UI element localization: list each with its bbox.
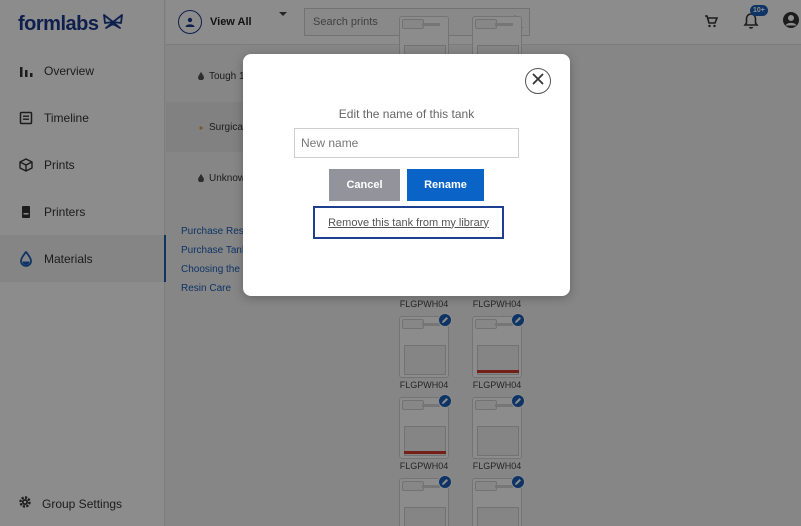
cancel-button[interactable]: Cancel xyxy=(329,169,400,201)
remove-tank-link[interactable]: Remove this tank from my library xyxy=(328,217,489,229)
tank-name-input[interactable] xyxy=(294,128,519,158)
rename-tank-dialog: Edit the name of this tank Cancel Rename… xyxy=(243,54,570,296)
rename-button[interactable]: Rename xyxy=(407,169,484,201)
close-icon xyxy=(532,72,544,90)
close-button[interactable] xyxy=(525,68,551,94)
dialog-title: Edit the name of this tank xyxy=(338,107,475,121)
remove-tank-link-focus[interactable]: Remove this tank from my library xyxy=(313,206,504,239)
